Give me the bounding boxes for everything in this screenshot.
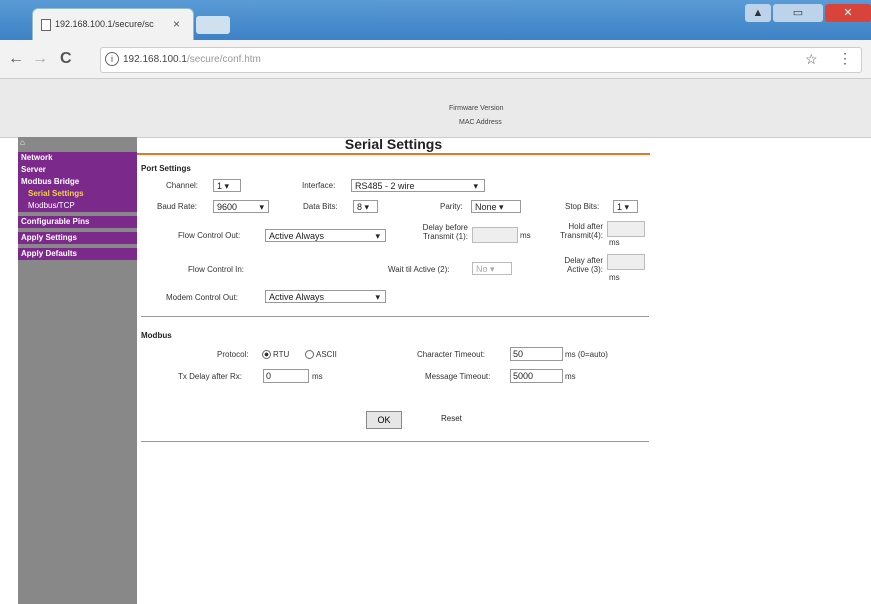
stop-bits-label: Stop Bits: bbox=[565, 202, 600, 211]
sidebar-nav: Network Server Modbus Bridge Serial Sett… bbox=[18, 152, 137, 260]
character-timeout-input[interactable]: 50 bbox=[510, 347, 563, 361]
chevron-down-icon: ▾ bbox=[375, 292, 380, 302]
sidebar-item-serial-settings[interactable]: Serial Settings bbox=[18, 188, 137, 200]
sidebar-item-apply-defaults[interactable]: Apply Defaults bbox=[18, 248, 137, 260]
flow-control-in-label: Flow Control In: bbox=[188, 265, 245, 274]
firmware-version-label: Firmware Version bbox=[449, 105, 504, 112]
close-tab-icon[interactable]: × bbox=[173, 17, 180, 31]
baud-rate-select[interactable]: 9600 ▾ bbox=[213, 200, 269, 213]
minimize-button[interactable]: ▲ bbox=[745, 4, 771, 22]
reset-link[interactable]: Reset bbox=[441, 414, 462, 423]
flow-control-out-select[interactable]: Active Always ▾ bbox=[265, 229, 386, 242]
flow-control-out-value: Active Always bbox=[269, 231, 325, 241]
address-bar[interactable]: i 192.168.100.1/secure/conf.htm bbox=[100, 47, 862, 73]
menu-icon[interactable]: ⋮ bbox=[838, 50, 852, 67]
baud-rate-value: 9600 bbox=[217, 202, 238, 212]
new-tab-button[interactable] bbox=[196, 16, 230, 34]
hold-after-line1: Hold after bbox=[568, 222, 603, 231]
sidebar-item-server[interactable]: Server bbox=[18, 164, 137, 176]
interface-value: RS485 - 2 wire bbox=[355, 181, 415, 191]
hold-after-transmit-input[interactable] bbox=[607, 221, 645, 237]
delay-before-transmit-input[interactable] bbox=[472, 227, 518, 243]
flow-control-out-label: Flow Control Out: bbox=[178, 231, 241, 240]
hold-after-transmit-label: Hold after Transmit(4): bbox=[553, 222, 603, 240]
delay-before-line1: Delay before bbox=[422, 223, 468, 232]
hold-after-line2: Transmit(4): bbox=[560, 231, 603, 240]
protocol-rtu-label: RTU bbox=[273, 350, 290, 359]
interface-select[interactable]: RS485 - 2 wire ▾ bbox=[351, 179, 485, 192]
parity-select[interactable]: None ▾ bbox=[471, 200, 521, 213]
ok-button[interactable]: OK bbox=[366, 411, 402, 429]
delay-after-active-input[interactable] bbox=[607, 254, 645, 270]
radio-rtu[interactable] bbox=[262, 350, 271, 360]
tab-title: 192.168.100.1/secure/sc bbox=[55, 19, 154, 29]
home-icon[interactable]: ⌂ bbox=[20, 138, 30, 147]
tx-delay-label: Tx Delay after Rx: bbox=[178, 372, 243, 381]
hold-after-unit: ms bbox=[609, 238, 620, 247]
baud-rate-label: Baud Rate: bbox=[157, 202, 198, 211]
maximize-button[interactable]: ▭ bbox=[773, 4, 823, 22]
sidebar-item-apply-settings[interactable]: Apply Settings bbox=[18, 232, 137, 244]
modbus-heading: Modbus bbox=[141, 331, 172, 340]
section-divider bbox=[141, 316, 649, 317]
channel-label: Channel: bbox=[166, 181, 199, 190]
close-button[interactable]: ✕ bbox=[825, 4, 871, 22]
wait-til-active-label: Wait til Active (2): bbox=[388, 265, 450, 274]
protocol-ascii-option[interactable]: ASCII bbox=[305, 350, 337, 360]
delay-after-line1: Delay after bbox=[564, 256, 603, 265]
url-text: 192.168.100.1/secure/conf.htm bbox=[123, 54, 261, 65]
data-bits-select[interactable]: 8 ▾ bbox=[353, 200, 378, 213]
chevron-down-icon: ▾ bbox=[259, 202, 264, 212]
mac-address-label: MAC Address bbox=[459, 119, 502, 126]
page-icon bbox=[41, 19, 51, 31]
protocol-rtu-option[interactable]: RTU bbox=[262, 350, 290, 360]
reload-icon[interactable]: C bbox=[60, 50, 72, 68]
delay-before-line2: Transmit (1): bbox=[422, 232, 468, 241]
chevron-down-icon: ▾ bbox=[375, 231, 380, 241]
interface-label: Interface: bbox=[302, 181, 336, 190]
protocol-ascii-label: ASCII bbox=[316, 350, 337, 359]
delay-after-unit: ms bbox=[609, 273, 620, 282]
delay-after-line2: Active (3): bbox=[566, 265, 603, 274]
bottom-divider bbox=[141, 441, 649, 442]
device-header: Firmware Version MAC Address bbox=[0, 79, 871, 138]
character-timeout-label: Character Timeout: bbox=[417, 350, 486, 359]
channel-select[interactable]: 1 ▾ bbox=[213, 179, 241, 192]
message-timeout-input[interactable]: 5000 bbox=[510, 369, 563, 383]
page-title: Serial Settings bbox=[344, 136, 443, 152]
browser-tab[interactable]: 192.168.100.1/secure/sc × bbox=[32, 8, 194, 41]
character-timeout-unit: ms (0=auto) bbox=[565, 350, 608, 359]
sidebar-item-configurable-pins[interactable]: Configurable Pins bbox=[18, 216, 137, 228]
back-icon[interactable]: ← bbox=[8, 50, 24, 68]
forward-icon[interactable]: → bbox=[32, 50, 48, 68]
title-underline bbox=[137, 153, 650, 155]
wait-til-active-select[interactable]: No ▾ bbox=[472, 262, 512, 275]
modem-control-out-select[interactable]: Active Always ▾ bbox=[265, 290, 386, 303]
message-timeout-unit: ms bbox=[565, 372, 576, 381]
chevron-down-icon: ▾ bbox=[473, 181, 478, 191]
port-settings-heading: Port Settings bbox=[141, 164, 191, 173]
delay-before-transmit-label: Delay before Transmit (1): bbox=[408, 223, 468, 241]
parity-label: Parity: bbox=[440, 202, 463, 211]
url-host: 192.168.100.1 bbox=[123, 54, 187, 65]
tx-delay-unit: ms bbox=[312, 372, 323, 381]
sidebar-item-modbus-bridge[interactable]: Modbus Bridge bbox=[18, 176, 137, 188]
data-bits-label: Data Bits: bbox=[303, 202, 338, 211]
modem-control-out-label: Modem Control Out: bbox=[166, 293, 239, 302]
sidebar-item-modbus-tcp[interactable]: Modbus/TCP bbox=[18, 200, 137, 212]
info-icon[interactable]: i bbox=[105, 52, 119, 66]
tx-delay-input[interactable]: 0 bbox=[263, 369, 309, 383]
delay-after-active-label: Delay after Active (3): bbox=[553, 256, 603, 274]
protocol-label: Protocol: bbox=[217, 350, 249, 359]
sidebar-item-network[interactable]: Network bbox=[18, 152, 137, 164]
url-path: /secure/conf.htm bbox=[186, 54, 261, 65]
radio-ascii[interactable] bbox=[305, 350, 314, 360]
modem-control-out-value: Active Always bbox=[269, 292, 325, 302]
stop-bits-select[interactable]: 1 ▾ bbox=[613, 200, 638, 213]
bookmark-star-icon[interactable]: ☆ bbox=[805, 51, 818, 68]
delay-before-unit: ms bbox=[520, 231, 531, 240]
message-timeout-label: Message Timeout: bbox=[425, 372, 491, 381]
